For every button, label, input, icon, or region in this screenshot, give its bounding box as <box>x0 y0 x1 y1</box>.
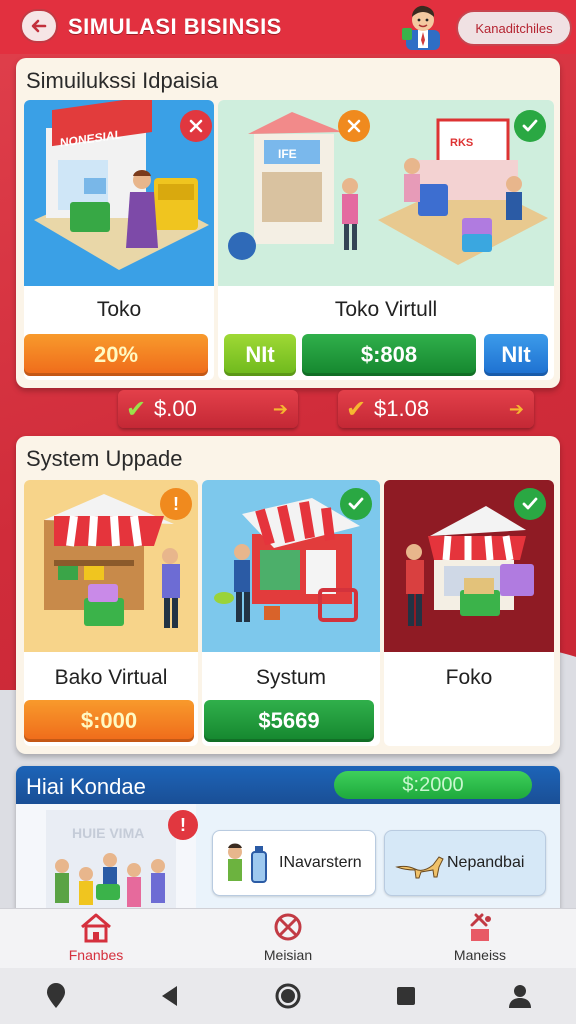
tools-icon <box>347 119 361 133</box>
daily-condition-title: Hiai Kondae <box>26 774 146 799</box>
person-bottle-icon <box>228 843 267 883</box>
upgrade-card-systum[interactable]: Systum $5669 <box>202 480 380 746</box>
check-mark-icon: ✔ <box>345 395 367 423</box>
price-tag-value: $1.08 <box>374 396 430 421</box>
background-sign: HUIE VIMA <box>72 825 144 841</box>
upgrade-card-foko[interactable]: Foko <box>384 480 554 746</box>
virtual-sign: IFE <box>278 147 297 161</box>
tab-missions[interactable]: Meisian <box>192 909 384 969</box>
recents-nav-icon[interactable] <box>392 982 420 1010</box>
arrow-right-icon: ➔ <box>272 398 288 419</box>
home-nav-icon[interactable] <box>274 982 302 1010</box>
check-mark-icon: ✔ <box>125 395 147 423</box>
alert-icon: ! <box>180 814 186 835</box>
alert-badge[interactable]: ! <box>168 810 198 840</box>
tag-button-right[interactable]: NIt <box>484 334 548 376</box>
tab-label: Maneiss <box>453 947 507 963</box>
investor-chip[interactable]: INavarstern <box>212 830 376 896</box>
check-icon <box>522 497 538 510</box>
virtual-store-illustration: IFE RKS <box>218 100 554 286</box>
card-label: Bako Virtual <box>54 666 168 689</box>
cancel-icon <box>189 119 203 133</box>
info-icon: ! <box>173 493 179 514</box>
location-icon[interactable] <box>42 982 70 1010</box>
info-badge[interactable]: ! <box>160 488 192 520</box>
card-label: Systum <box>255 666 326 689</box>
profile-nav-icon[interactable] <box>506 982 534 1010</box>
store-card-toko-virtual[interactable]: IFE RKS Toko Virtull NIt $:808 NIt <box>218 100 554 380</box>
tag-button-left[interactable]: NIt <box>224 334 296 376</box>
price-tag-value: $.00 <box>154 396 197 421</box>
card-label: Foko <box>445 666 493 689</box>
price-tag-right[interactable]: ✔ $1.08 ➔ <box>338 390 534 428</box>
daily-condition-header: Hiai Kondae $:2000 <box>16 766 560 804</box>
bottom-tab-bar: Fnanbes Meisian Maneiss <box>0 908 576 968</box>
price-button[interactable]: $:808 <box>302 334 476 376</box>
panel-title: Simuilukssi Idpaisia <box>26 68 218 93</box>
arrow-left-icon <box>31 19 47 33</box>
price-tag-left[interactable]: ✔ $.00 ➔ <box>118 390 298 428</box>
chip-label: INavarstern <box>279 854 362 871</box>
system-navigation-bar <box>0 968 576 1024</box>
price-button[interactable]: 20% <box>24 334 208 376</box>
simulation-panel: Simuilukssi Idpaisia NONESIAL Toko 20% I… <box>16 58 560 388</box>
back-button[interactable] <box>20 9 58 43</box>
mission-icon <box>274 913 302 941</box>
check-icon <box>348 497 364 510</box>
panel-title: System Uppade <box>26 446 183 471</box>
account-button[interactable]: Kanaditchiles <box>456 10 572 46</box>
tools-badge[interactable] <box>338 110 370 142</box>
tab-label: Fnanbes <box>68 947 124 963</box>
expansion-chip[interactable]: Nepandbai <box>384 830 546 896</box>
card-label: Toko <box>96 298 142 321</box>
avatar-icon[interactable] <box>400 2 446 50</box>
tab-finances[interactable]: Fnanbes <box>0 909 192 969</box>
dog-icon <box>395 856 444 879</box>
tab-manage[interactable]: Maneiss <box>384 909 576 969</box>
cancel-badge[interactable] <box>180 110 212 142</box>
back-nav-icon[interactable] <box>156 982 184 1010</box>
app-title: SIMULASI BISINSIS <box>68 14 282 39</box>
manage-icon <box>470 913 491 941</box>
daily-amount-pill[interactable]: $:2000 <box>334 771 532 799</box>
check-badge[interactable] <box>514 110 546 142</box>
store-card-toko[interactable]: NONESIAL Toko 20% <box>24 100 214 380</box>
check-badge[interactable] <box>514 488 546 520</box>
home-icon <box>81 913 111 943</box>
price-button[interactable]: $5669 <box>204 700 374 742</box>
card-label: Toko Virtull <box>334 298 438 321</box>
price-button[interactable]: $:000 <box>24 700 194 742</box>
daily-condition-panel: Hiai Kondae $:2000 HUIE VIMA ! INavarste… <box>16 766 560 916</box>
arrow-right-icon: ➔ <box>508 398 524 419</box>
check-icon <box>522 119 538 132</box>
system-upgrade-panel: System Uppade ! Bako Virtual $:000 Systu… <box>16 436 560 754</box>
tab-label: Meisian <box>263 947 313 963</box>
upgrade-card-bako-virtual[interactable]: ! Bako Virtual $:000 <box>24 480 198 746</box>
chip-label: Nepandbai <box>447 854 525 871</box>
app-header: SIMULASI BISINSIS Kanaditchiles <box>0 0 576 54</box>
check-badge[interactable] <box>340 488 372 520</box>
virtual-sign-secondary: RKS <box>450 137 473 149</box>
